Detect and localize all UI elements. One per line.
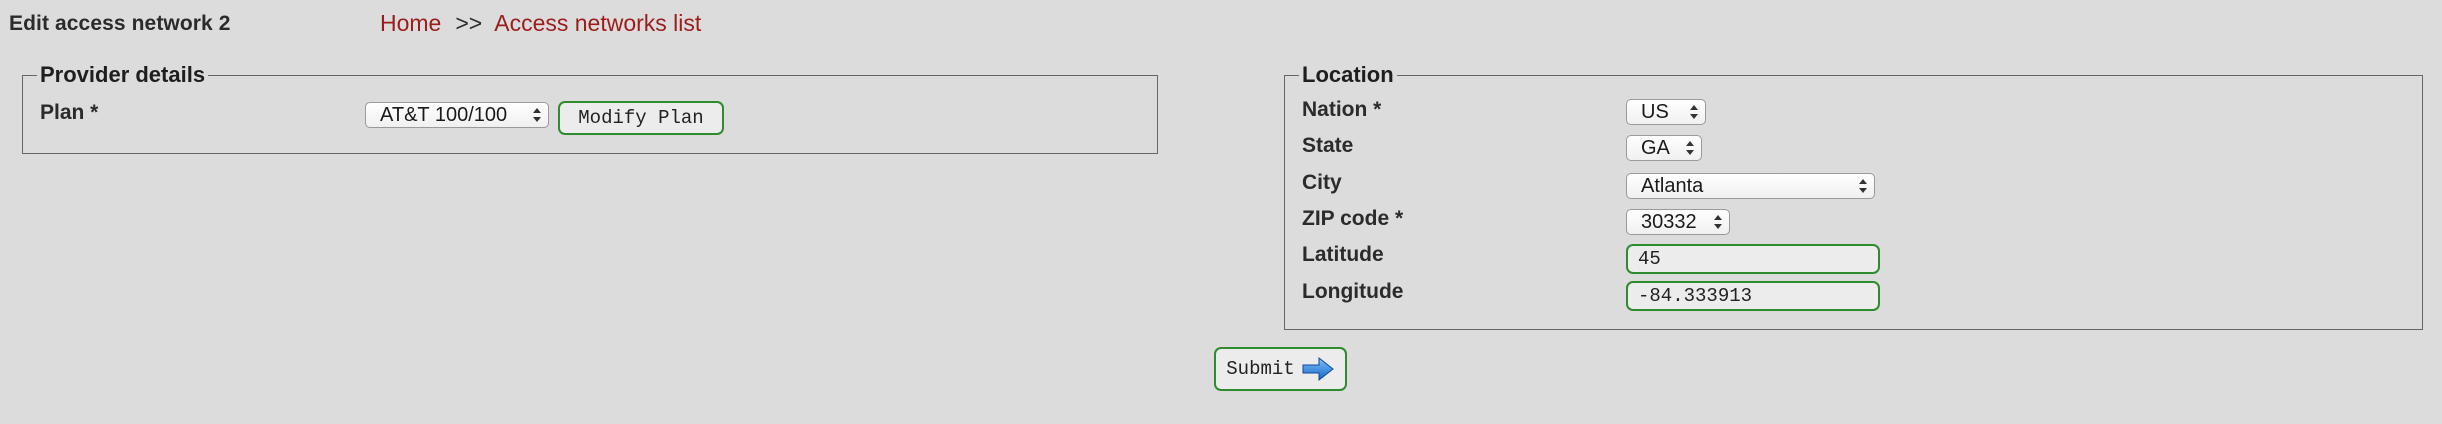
provider-details-legend: Provider details [37,63,209,87]
arrow-right-icon [1302,356,1334,382]
select-arrows-icon [1690,105,1698,119]
breadcrumb-separator: >> [455,10,483,36]
city-label: City [1302,171,1342,194]
latitude-input[interactable] [1626,244,1880,274]
zip-code-label: ZIP code * [1302,207,1404,230]
plan-label: Plan * [40,101,99,124]
breadcrumb: Home >> Access networks list [380,10,701,37]
city-select-value: Atlanta [1641,175,1704,197]
select-arrows-icon [1686,141,1694,155]
select-arrows-icon [1859,179,1867,193]
breadcrumb-home-link[interactable]: Home [380,10,441,37]
submit-button[interactable]: Submit [1214,347,1347,391]
nation-select-value: US [1641,101,1669,123]
submit-label: Submit [1226,358,1295,380]
zip-code-select[interactable]: 30332 [1626,209,1730,235]
page: Edit access network 2 Home >> Access net… [0,0,2442,424]
select-arrows-icon [1714,215,1722,229]
location-fieldset: Location Nation * US State GA City Atlan… [1284,63,2423,330]
select-arrows-icon [533,108,541,122]
breadcrumb-list-link[interactable]: Access networks list [494,10,701,37]
modify-plan-button[interactable]: Modify Plan [558,101,724,135]
state-select-value: GA [1641,137,1670,159]
state-label: State [1302,134,1354,157]
nation-label: Nation * [1302,98,1382,121]
location-legend: Location [1299,63,1397,87]
plan-select-value: AT&T 100/100 [380,104,508,126]
plan-select[interactable]: AT&T 100/100 [365,102,549,128]
longitude-input[interactable] [1626,281,1880,311]
nation-select[interactable]: US [1626,99,1706,125]
modify-plan-label: Modify Plan [578,107,704,129]
page-title: Edit access network 2 [9,12,231,35]
state-select[interactable]: GA [1626,135,1702,161]
latitude-label: Latitude [1302,243,1384,266]
zip-code-select-value: 30332 [1641,211,1697,233]
longitude-label: Longitude [1302,280,1404,303]
city-select[interactable]: Atlanta [1626,173,1875,199]
provider-details-fieldset: Provider details Plan * AT&T 100/100 Mod… [22,63,1158,154]
